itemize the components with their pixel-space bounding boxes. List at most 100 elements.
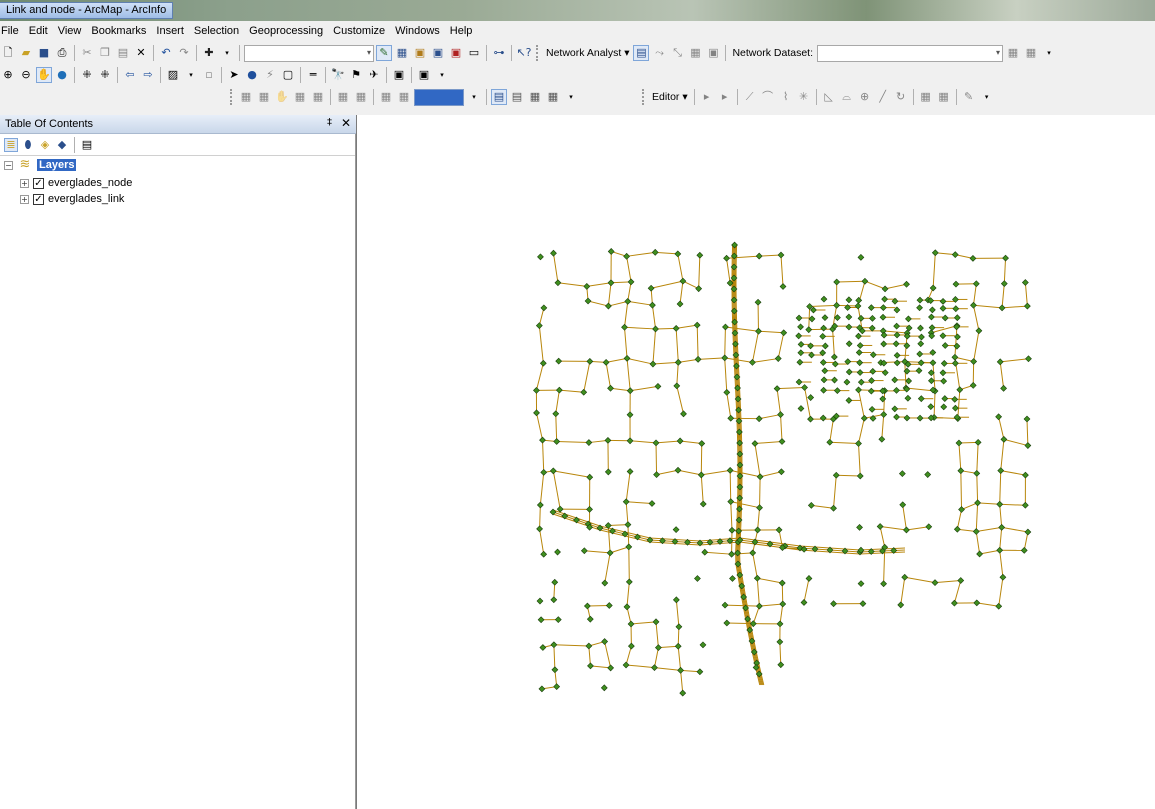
tree-row-layers[interactable]: − ≋ Layers xyxy=(4,157,77,173)
chevron-down-icon[interactable]: ▾ xyxy=(466,89,482,105)
close-icon[interactable]: ✕ xyxy=(341,116,351,130)
toolbar-options-icon[interactable]: ▾ xyxy=(563,89,579,105)
zoom-100-icon[interactable]: ▦ xyxy=(310,89,326,105)
menu-insert[interactable]: Insert xyxy=(151,25,189,37)
menu-bookmarks[interactable]: Bookmarks xyxy=(86,25,151,37)
pan-icon[interactable]: ✋ xyxy=(36,67,52,83)
network-analyst-window-icon[interactable]: ▤ xyxy=(633,45,650,61)
time-slider-icon[interactable]: ▣ xyxy=(391,67,407,83)
menu-selection[interactable]: Selection xyxy=(189,25,244,37)
menu-geoprocessing[interactable]: Geoprocessing xyxy=(244,25,328,37)
hyperlink-icon[interactable]: ⚡ xyxy=(262,67,278,83)
tree-row-layer[interactable]: + ✓ everglades_link xyxy=(20,191,124,207)
list-by-visibility-icon[interactable]: ◈ xyxy=(38,138,52,152)
toolbar-options-icon[interactable]: ▾ xyxy=(979,89,995,105)
road-network-map[interactable] xyxy=(357,115,1155,809)
toc-options-icon[interactable]: ▤ xyxy=(80,138,94,152)
toolbar-grip[interactable] xyxy=(230,89,234,105)
measure-icon[interactable]: ═ xyxy=(305,67,321,83)
select-elements-icon[interactable]: ➤ xyxy=(226,67,242,83)
tree-row-layer[interactable]: + ✓ everglades_node xyxy=(20,175,132,191)
edit-annotation-icon[interactable]: ▸ xyxy=(717,89,733,105)
layer-visibility-checkbox[interactable]: ✓ xyxy=(33,177,44,189)
layout-zoom-combo[interactable] xyxy=(414,88,464,106)
edit-vertices-icon[interactable]: ◺ xyxy=(821,89,837,105)
attributes-icon[interactable]: ▦ xyxy=(918,89,934,105)
save-icon[interactable]: ■ xyxy=(36,45,52,61)
network-select-icon[interactable]: ⤡ xyxy=(669,45,685,61)
menu-file[interactable]: File xyxy=(0,25,24,37)
collapse-icon[interactable]: − xyxy=(4,160,13,170)
network-directions-icon[interactable]: ▣ xyxy=(705,45,721,61)
build-network-icon[interactable]: ▦ xyxy=(1005,45,1021,61)
map-scale-combo[interactable]: ▾ xyxy=(244,44,374,62)
menu-help[interactable]: Help xyxy=(445,25,478,37)
menu-customize[interactable]: Customize xyxy=(328,25,390,37)
create-features-icon[interactable]: ✎ xyxy=(961,89,977,105)
trace-icon[interactable]: ⌇ xyxy=(778,89,794,105)
list-by-source-icon[interactable]: ⬮ xyxy=(21,138,35,152)
open-icon[interactable]: ▰ xyxy=(18,45,34,61)
toggle-draft-mode-icon[interactable]: ▤ xyxy=(491,89,507,105)
straight-segment-icon[interactable]: ⟋ xyxy=(742,89,758,105)
data-frame-label[interactable]: Layers xyxy=(37,159,77,171)
find-icon[interactable]: 🔭 xyxy=(330,67,346,83)
select-dropdown-icon[interactable]: ▾ xyxy=(183,67,199,83)
menu-edit[interactable]: Edit xyxy=(24,25,53,37)
python-window-icon[interactable]: ▭ xyxy=(466,45,482,61)
expand-icon[interactable]: + xyxy=(20,194,29,204)
map-view[interactable] xyxy=(357,115,1155,809)
end-point-arc-icon[interactable]: ⌒ xyxy=(760,89,776,105)
model-builder-icon[interactable]: ⊶ xyxy=(491,45,507,61)
clear-selection-icon[interactable]: ▫ xyxy=(201,67,217,83)
arctoolbox-icon[interactable]: ▣ xyxy=(448,45,464,61)
add-data-icon[interactable]: ✚ xyxy=(201,45,217,61)
paste-icon[interactable]: ▤ xyxy=(115,45,131,61)
network-dataset-combo[interactable]: ▾ xyxy=(817,44,1003,62)
zoom-in-icon[interactable]: ⊕ xyxy=(0,67,16,83)
layer-name[interactable]: everglades_link xyxy=(48,193,124,205)
go-to-xy-icon[interactable]: ✈ xyxy=(366,67,382,83)
delete-icon[interactable]: ✕ xyxy=(133,45,149,61)
list-by-selection-icon[interactable]: ◆ xyxy=(55,138,69,152)
toolbar-grip[interactable] xyxy=(536,45,540,61)
forward-extent-icon[interactable]: ⇨ xyxy=(140,67,156,83)
zoom-whole-page-icon[interactable]: ▦ xyxy=(292,89,308,105)
toolbar-options-icon[interactable]: ▾ xyxy=(434,67,450,83)
add-data-dropdown-icon[interactable]: ▾ xyxy=(219,45,235,61)
edit-tool-icon[interactable]: ▸ xyxy=(699,89,715,105)
expand-icon[interactable]: + xyxy=(20,178,29,188)
whats-this-icon[interactable]: ↖? xyxy=(516,45,532,61)
fixed-zoom-out-icon[interactable]: ⁜ xyxy=(97,67,113,83)
identify-icon[interactable]: ● xyxy=(244,67,260,83)
data-driven-pages-icon[interactable]: ▦ xyxy=(545,89,561,105)
full-extent-icon[interactable]: ● xyxy=(54,67,70,83)
list-by-drawing-order-icon[interactable]: ≣ xyxy=(4,138,18,152)
layer-visibility-checkbox[interactable]: ✓ xyxy=(33,193,44,205)
toolbar-options-icon[interactable]: ▾ xyxy=(1041,45,1057,61)
layout-pan-icon[interactable]: ✋ xyxy=(274,89,290,105)
reshape-icon[interactable]: ⌓ xyxy=(839,89,855,105)
table-icon[interactable]: ▦ xyxy=(394,45,410,61)
cut-icon[interactable]: ✂ xyxy=(79,45,95,61)
back-extent-icon[interactable]: ⇦ xyxy=(122,67,138,83)
rotate-icon[interactable]: ↻ xyxy=(893,89,909,105)
create-viewer-icon[interactable]: ▣ xyxy=(416,67,432,83)
network-tool-icon[interactable]: ⤳ xyxy=(651,45,667,61)
layout-zoom-in-icon[interactable]: ▦ xyxy=(238,89,254,105)
change-layout-icon[interactable]: ▦ xyxy=(527,89,543,105)
sketch-properties-icon[interactable]: ▦ xyxy=(936,89,952,105)
point-icon[interactable]: ✳ xyxy=(796,89,812,105)
fixed-zoom-out-layout-icon[interactable]: ▦ xyxy=(353,89,369,105)
menu-windows[interactable]: Windows xyxy=(390,25,445,37)
network-identify-icon[interactable]: ▦ xyxy=(1023,45,1039,61)
editor-toolbar-icon[interactable]: ✎ xyxy=(376,45,392,61)
search-window-icon[interactable]: ▣ xyxy=(430,45,446,61)
layout-zoom-out-icon[interactable]: ▦ xyxy=(256,89,272,105)
print-icon[interactable]: ⎙ xyxy=(54,45,70,61)
catalog-icon[interactable]: ▣ xyxy=(412,45,428,61)
toolbar-grip[interactable] xyxy=(642,89,646,105)
find-route-icon[interactable]: ⚑ xyxy=(348,67,364,83)
forward-extent-layout-icon[interactable]: ▦ xyxy=(396,89,412,105)
layer-name[interactable]: everglades_node xyxy=(48,177,132,189)
